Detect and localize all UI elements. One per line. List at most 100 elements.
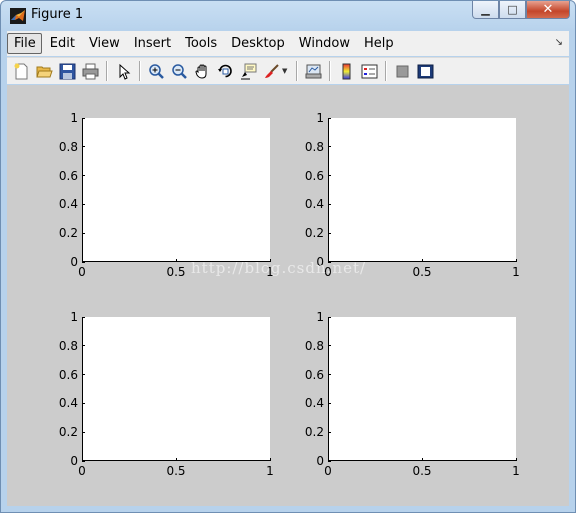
y-tick-mark xyxy=(82,431,85,433)
x-tick-mark xyxy=(515,259,517,262)
menu-window[interactable]: Window xyxy=(292,33,356,54)
brush-button[interactable] xyxy=(261,61,281,81)
x-tick-mark xyxy=(515,458,517,461)
figure-window: Figure 1 ▁ □ ✕ File Edit View Insert Too… xyxy=(0,0,576,513)
zoom-out-button[interactable] xyxy=(169,61,189,81)
title-bar[interactable]: Figure 1 ▁ □ ✕ xyxy=(1,1,575,31)
zoom-in-icon xyxy=(148,63,164,79)
zoom-out-icon xyxy=(171,63,187,79)
menu-view[interactable]: View xyxy=(82,33,126,54)
x-tick-mark xyxy=(175,259,177,262)
x-tick-label: 1 xyxy=(512,464,520,478)
y-tick-label: 0.8 xyxy=(58,338,78,353)
menu-tools[interactable]: Tools xyxy=(178,33,223,54)
y-tick-mark xyxy=(82,146,85,148)
insert-colorbar-button[interactable] xyxy=(336,61,356,81)
toolbar-separator xyxy=(139,61,141,81)
x-tick-label: 0.5 xyxy=(412,464,432,478)
y-tick-label: 0.4 xyxy=(58,396,78,411)
y-tick-mark xyxy=(328,146,331,148)
y-tick-label: 0.6 xyxy=(304,168,324,183)
close-button[interactable]: ✕ xyxy=(526,1,570,19)
x-tick-label: 0 xyxy=(324,464,332,478)
new-figure-button[interactable] xyxy=(11,61,31,81)
x-tick-mark xyxy=(81,458,83,461)
y-tick-mark xyxy=(328,232,331,234)
subplot-axes-1[interactable] xyxy=(82,118,270,262)
rotate-3d-button[interactable] xyxy=(215,61,235,81)
minimize-button[interactable]: ▁ xyxy=(472,1,499,19)
minimize-icon: ▁ xyxy=(481,3,490,16)
edit-plot-button[interactable] xyxy=(113,61,133,81)
menu-help[interactable]: Help xyxy=(357,33,400,54)
y-tick-mark xyxy=(328,203,331,205)
toolbar-separator xyxy=(329,61,332,81)
x-tick-mark xyxy=(421,259,423,262)
y-tick-label: 0.2 xyxy=(58,226,78,241)
x-tick-label: 0.5 xyxy=(166,464,186,478)
pan-hand-icon xyxy=(194,63,206,79)
data-cursor-icon xyxy=(240,63,256,79)
print-button[interactable] xyxy=(80,61,100,81)
toolbar-separator xyxy=(106,61,108,81)
link-plot-button[interactable] xyxy=(303,61,323,81)
menu-desktop[interactable]: Desktop xyxy=(224,33,291,54)
maximize-icon: □ xyxy=(507,3,518,16)
y-tick-label: 0.6 xyxy=(58,168,78,183)
hide-plot-tools-icon xyxy=(396,65,409,77)
figure-canvas[interactable]: 0 0.2 0.4 0.6 0.8 1 0 0.5 1 0 0.2 0.4 0.6 0.8 1 0 0.5 1 0 0… xyxy=(7,85,569,506)
y-tick-mark xyxy=(82,345,85,347)
y-tick-label: 0.4 xyxy=(304,396,324,411)
y-tick-label: 1 xyxy=(316,310,324,324)
insert-legend-button[interactable] xyxy=(359,61,379,81)
insert-legend-icon xyxy=(361,64,378,78)
data-cursor-button[interactable] xyxy=(238,61,258,81)
x-tick-label: 0.5 xyxy=(166,265,186,279)
x-tick-mark xyxy=(421,458,423,461)
zoom-in-button[interactable] xyxy=(146,61,166,81)
subplot-axes-2[interactable] xyxy=(328,118,516,262)
open-file-button[interactable] xyxy=(34,61,54,81)
y-tick-mark xyxy=(328,345,331,347)
link-plot-icon xyxy=(305,64,322,78)
y-tick-mark xyxy=(82,402,85,404)
menu-overflow-icon[interactable]: ↘ xyxy=(555,37,563,48)
x-tick-label: 1 xyxy=(266,464,274,478)
y-tick-mark xyxy=(328,431,331,433)
y-tick-label: 0.4 xyxy=(304,197,324,212)
y-tick-label: 0.8 xyxy=(304,139,324,154)
x-tick-mark xyxy=(269,458,271,461)
save-icon xyxy=(59,63,75,79)
subplot-axes-3[interactable] xyxy=(82,317,270,461)
brush-icon xyxy=(264,63,279,78)
y-tick-mark xyxy=(82,374,85,376)
y-tick-label: 1 xyxy=(70,310,78,324)
hide-plot-tools-button[interactable] xyxy=(392,61,412,81)
toolbar-separator xyxy=(296,61,299,81)
figure-toolbar: ▼ xyxy=(7,57,569,84)
rotate-3d-icon xyxy=(217,64,232,77)
y-tick-mark xyxy=(328,175,331,177)
maximize-button[interactable]: □ xyxy=(499,1,526,19)
toolbar-separator xyxy=(385,61,388,81)
y-tick-label: 0.2 xyxy=(304,226,324,241)
show-plot-tools-button[interactable] xyxy=(415,61,435,81)
y-tick-mark xyxy=(82,203,85,205)
pan-button[interactable] xyxy=(192,61,212,81)
x-tick-label: 0 xyxy=(78,464,86,478)
close-icon: ✕ xyxy=(542,2,554,17)
show-plot-tools-icon xyxy=(417,64,434,78)
menu-edit[interactable]: Edit xyxy=(43,33,81,54)
x-tick-label: 1 xyxy=(512,265,520,279)
menu-file[interactable]: File xyxy=(7,33,42,54)
brush-dropdown-icon[interactable]: ▼ xyxy=(282,67,287,75)
y-tick-mark xyxy=(82,117,85,119)
y-tick-label: 1 xyxy=(70,111,78,125)
save-button[interactable] xyxy=(57,61,77,81)
y-tick-label: 0.8 xyxy=(304,338,324,353)
menu-insert[interactable]: Insert xyxy=(127,33,177,54)
subplot-axes-4[interactable] xyxy=(328,317,516,461)
y-tick-mark xyxy=(328,402,331,404)
y-tick-mark xyxy=(328,117,331,119)
window-title: Figure 1 xyxy=(31,7,84,22)
